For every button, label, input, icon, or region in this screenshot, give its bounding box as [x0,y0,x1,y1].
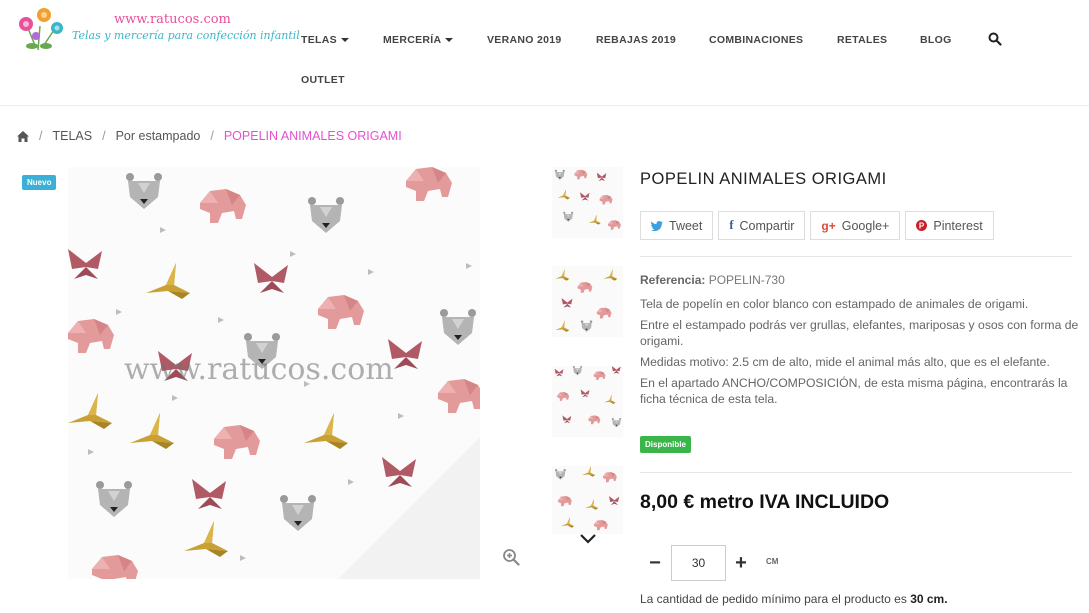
nav-item-rebajas-2019[interactable]: REBAJAS 2019 [596,34,676,46]
logo-url: www.ratucos.com [114,12,231,27]
reference-label: Referencia: [640,273,706,287]
availability-badge: Disponible [640,436,691,453]
min-note-value: 30 cm. [910,592,948,606]
breadcrumb: / TELAS / Por estampado / POPELIN ANIMAL… [17,129,402,143]
nav-item-outlet[interactable]: OUTLET [301,74,345,86]
logo-flowers-icon [19,8,63,51]
share-pinterest-button[interactable]: P Pinterest [905,211,994,240]
thumbnail-4[interactable] [552,466,623,534]
new-badge: Nuevo [22,175,57,190]
nav-item-combinaciones[interactable]: COMBINACIONES [709,34,803,46]
breadcrumb-current: POPELIN ANIMALES ORIGAMI [223,129,402,143]
product-reference: Referencia: POPELIN-730 [640,273,785,287]
logo-tagline: Telas y mercería para confección infanti… [72,29,300,42]
breadcrumb-por-estampado[interactable]: Por estampado [116,129,201,143]
quantity-input[interactable] [671,545,726,581]
share-facebook-label: Compartir [739,218,795,233]
share-facebook-button[interactable]: f Compartir [718,211,806,240]
min-note-prefix: La cantidad de pedido mínimo para el pro… [640,592,911,606]
chevron-down-icon[interactable] [579,533,597,545]
google-plus-icon: g+ [821,218,836,233]
breadcrumb-separator: / [102,129,106,143]
minimum-order-note: La cantidad de pedido mínimo para el pro… [640,592,948,606]
caret-down-icon [445,38,454,43]
nav-item-verano-2019[interactable]: VERANO 2019 [487,34,562,46]
nav-item-telas[interactable]: TELAS [301,34,349,46]
description-paragraph: Entre el estampado podrás ver grullas, e… [640,318,1079,348]
share-twitter-button[interactable]: Tweet [640,211,714,240]
nav-item-blog[interactable]: BLOG [920,34,952,46]
product-price: 8,00 € metro IVA INCLUIDO [640,491,890,513]
site-header: www.ratucos.com Telas y mercería para co… [0,0,1089,106]
thumbnail-3[interactable] [552,366,623,437]
thumbnail-1[interactable] [552,167,623,238]
facebook-icon: f [729,218,734,232]
product-title: POPELIN ANIMALES ORIGAMI [640,170,887,188]
thumbnail-2[interactable] [552,266,623,337]
breadcrumb-separator: / [39,129,43,143]
search-icon[interactable] [988,32,1002,46]
caret-down-icon [340,38,349,43]
share-google-plus-label: Google+ [841,218,890,233]
home-icon[interactable] [17,130,29,142]
description-paragraph: Tela de popelín en color blanco con esta… [640,297,1029,311]
breadcrumb-telas[interactable]: TELAS [52,129,92,143]
product-main-image[interactable]: www.ratucos.com [68,167,480,579]
pinterest-icon: P [916,220,928,231]
twitter-icon [651,220,663,231]
nav-label: TELAS [301,34,337,46]
divider [640,472,1072,473]
share-buttons: Tweet f Compartir g+ Google+ P Pinterest [640,211,994,240]
reference-value: POPELIN-730 [708,273,785,287]
nav-item-merceria[interactable]: MERCERÍA [383,34,454,46]
site-logo[interactable]: www.ratucos.com Telas y mercería para co… [14,6,300,54]
zoom-in-icon[interactable] [502,548,520,566]
share-twitter-label: Tweet [669,218,703,233]
quantity-increase-button[interactable]: + [727,546,755,580]
quantity-unit: CM [766,557,779,566]
share-pinterest-label: Pinterest [933,218,983,233]
breadcrumb-separator: / [210,129,214,143]
description-paragraph: Medidas motivo: 2.5 cm de alto, mide el … [640,355,1050,369]
nav-item-retales[interactable]: RETALES [837,34,887,46]
watermark-text: www.ratucos.com [124,352,394,387]
description-paragraph: En el apartado ANCHO/COMPOSICIÓN, de est… [640,376,1068,406]
quantity-decrease-button[interactable]: − [641,546,669,580]
nav-label: MERCERÍA [383,34,442,46]
product-description: Tela de popelín en color blanco con esta… [640,296,1080,412]
svg-text:P: P [919,222,925,231]
divider [640,256,1072,257]
share-google-plus-button[interactable]: g+ Google+ [810,211,901,240]
